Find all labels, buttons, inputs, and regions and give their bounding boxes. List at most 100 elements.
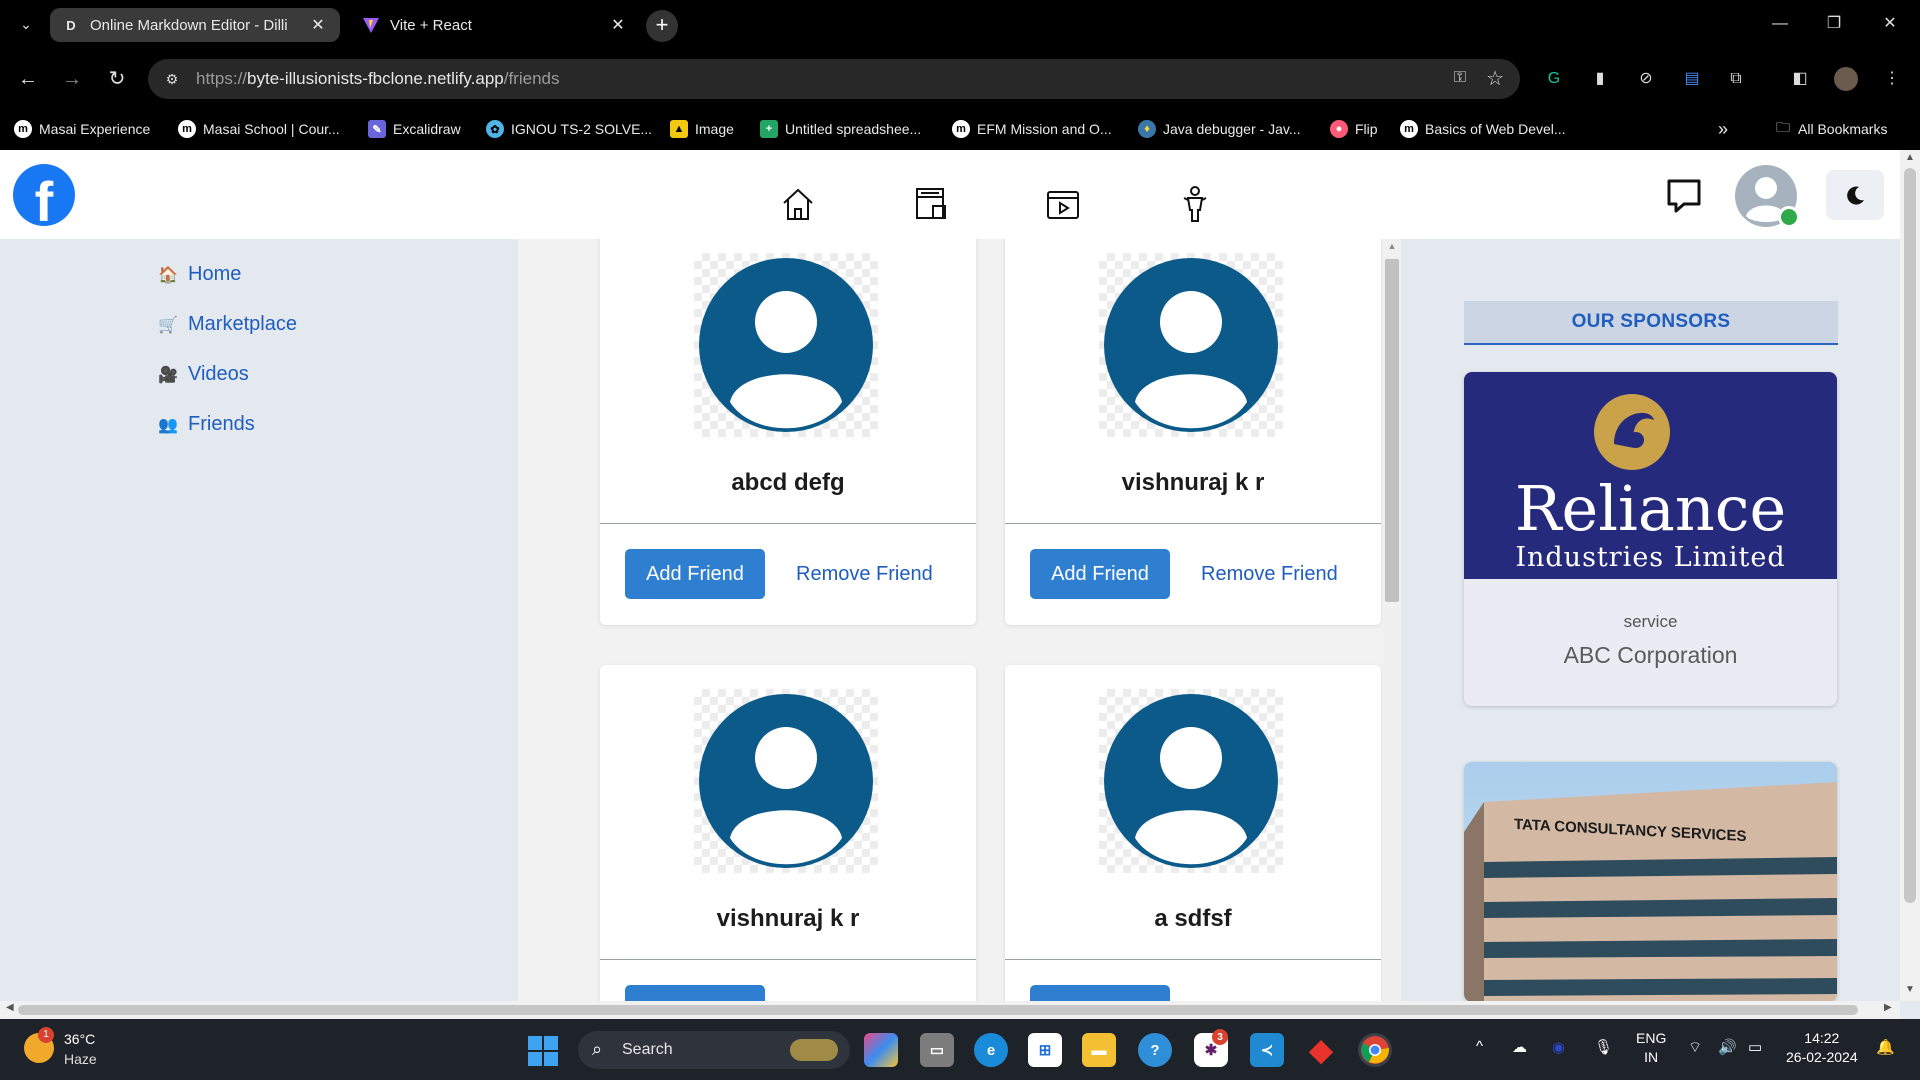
all-bookmarks-button[interactable]: 🗀 All Bookmarks [1776, 108, 1887, 150]
sidebar-item-videos[interactable]: 🎥 Videos [158, 363, 249, 386]
sidebar-item-marketplace[interactable]: 🛒 Marketplace [158, 313, 297, 336]
remove-friend-button[interactable]: Remove Friend [796, 985, 933, 1001]
bookmarks-overflow-button[interactable]: » [1718, 108, 1728, 150]
bookmark-item[interactable]: ♦ Java debugger - Jav... [1138, 108, 1300, 150]
clock[interactable]: 14:22 26-02-2024 [1786, 1029, 1858, 1067]
remove-friend-button[interactable]: Remove Friend [796, 549, 933, 599]
grammarly-icon[interactable]: G [1542, 67, 1566, 91]
scrollbar-thumb[interactable] [1904, 168, 1916, 903]
taskbar-search[interactable]: ⌕ Search [578, 1031, 850, 1069]
vpn-icon[interactable]: ◉ [1552, 1038, 1565, 1056]
url-text[interactable]: https://byte-illusionists-fbclone.netlif… [196, 59, 559, 99]
page-horizontal-scrollbar[interactable]: ◀ ▶ [0, 1001, 1900, 1019]
microphone-icon[interactable]: 🎙 [1594, 1038, 1613, 1056]
bookmark-star-icon[interactable]: ☆ [1486, 66, 1504, 91]
search-icon: ⌕ [592, 1039, 603, 1059]
sidebar-item-label: Marketplace [188, 313, 297, 335]
forward-icon[interactable]: → [58, 65, 86, 93]
facebook-logo-icon[interactable]: f [13, 164, 75, 226]
scroll-down-arrow-icon[interactable]: ▼ [1900, 984, 1920, 995]
wifi-icon[interactable]: ⌔ [1688, 1038, 1702, 1057]
git-icon[interactable]: ◆ [1304, 1033, 1338, 1067]
tab-search-chevron-icon[interactable]: ⌄ [14, 12, 38, 36]
language-indicator[interactable]: ENG IN [1636, 1029, 1666, 1067]
excalidraw-icon: ✎ [368, 120, 386, 138]
friends-scrollbar[interactable]: ▲ [1383, 239, 1401, 1001]
scroll-up-arrow-icon[interactable]: ▲ [1383, 241, 1401, 251]
tab-vite-react[interactable]: Vite + React ✕ [350, 8, 640, 42]
add-friend-button[interactable]: Add Friend [1030, 549, 1170, 599]
volume-icon[interactable]: 🔊 [1718, 1038, 1737, 1056]
bookmark-item[interactable]: m Masai School | Cour... [178, 108, 340, 150]
chrome-icon[interactable] [1358, 1033, 1392, 1067]
marketplace-nav-icon[interactable] [911, 184, 951, 224]
add-friend-button[interactable]: Add Friend [1030, 985, 1170, 1001]
new-tab-button[interactable]: + [646, 10, 678, 42]
videos-nav-icon[interactable] [1043, 184, 1083, 224]
friends-grid: abcd defg Add Friend Remove Friend vishn… [518, 239, 1385, 1001]
scroll-left-arrow-icon[interactable]: ◀ [6, 1002, 14, 1013]
tray-overflow-chevron-icon[interactable]: ^ [1476, 1038, 1483, 1055]
copilot-icon[interactable] [864, 1033, 898, 1067]
onedrive-icon[interactable]: ☁ [1512, 1038, 1527, 1056]
sponsor-card[interactable]: TATA CONSULTANCY SERVICES [1464, 762, 1837, 1002]
start-button[interactable] [528, 1036, 558, 1066]
add-friend-button[interactable]: Add Friend [625, 985, 765, 1001]
edge-icon[interactable]: e [974, 1033, 1008, 1067]
tab-close-icon[interactable]: ✕ [608, 15, 628, 35]
bookmark-item[interactable]: m Basics of Web Devel... [1400, 108, 1566, 150]
sidebar-item-friends[interactable]: 👥 Friends [158, 413, 255, 436]
remove-friend-button[interactable]: Remove Friend [1201, 549, 1338, 599]
sponsor-card[interactable]: Reliance Industries Limited service ABC … [1464, 372, 1837, 706]
home-nav-icon[interactable] [778, 184, 818, 224]
scroll-right-arrow-icon[interactable]: ▶ [1884, 1002, 1892, 1013]
add-friend-button[interactable]: Add Friend [625, 549, 765, 599]
scrollbar-thumb[interactable] [18, 1005, 1858, 1015]
bookmark-item[interactable]: + Untitled spreadshee... [760, 108, 921, 150]
close-window-icon[interactable]: ✕ [1870, 10, 1910, 38]
weather-temperature[interactable]: 36°C [64, 1031, 95, 1047]
scroll-up-arrow-icon[interactable]: ▲ [1900, 152, 1920, 163]
battery-icon[interactable]: ▭ [1748, 1038, 1762, 1056]
bookmark-item[interactable]: m Masai Experience [14, 108, 150, 150]
notifications-bell-icon[interactable]: 🔔 [1876, 1038, 1895, 1056]
bookmark-item[interactable]: ✎ Excalidraw [368, 108, 461, 150]
back-icon[interactable]: ← [14, 65, 42, 93]
restore-icon[interactable]: ❐ [1814, 10, 1854, 38]
reload-icon[interactable]: ↻ [103, 65, 131, 93]
docs-icon[interactable]: ▤ [1680, 67, 1704, 91]
bookmark-item[interactable]: ● Flip [1330, 108, 1378, 150]
reliance-title: Reliance [1514, 472, 1787, 545]
remove-friend-button[interactable]: Remove Friend [1201, 985, 1338, 1001]
more-menu-icon[interactable]: ⋮ [1880, 67, 1904, 91]
store-icon[interactable]: ⊞ [1028, 1033, 1062, 1067]
tab-markdown-editor[interactable]: D Online Markdown Editor - Dilli ✕ [50, 8, 340, 42]
dark-mode-toggle[interactable] [1826, 170, 1884, 220]
profile-avatar[interactable] [1734, 164, 1800, 228]
side-panel-icon[interactable]: ◧ [1788, 67, 1812, 91]
weather-description[interactable]: Haze [64, 1051, 97, 1067]
sidebar-item-home[interactable]: 🏠 Home [158, 263, 241, 286]
bookmark-item[interactable]: m EFM Mission and O... [952, 108, 1112, 150]
tab-close-icon[interactable]: ✕ [308, 15, 328, 35]
file-explorer-icon[interactable]: ▬ [1082, 1033, 1116, 1067]
help-icon[interactable]: ? [1138, 1033, 1172, 1067]
task-view-icon[interactable]: ▭ [920, 1033, 954, 1067]
address-bar[interactable]: ⚙ https://byte-illusionists-fbclone.netl… [148, 59, 1520, 99]
friends-nav-icon[interactable] [1175, 184, 1215, 224]
bookmark-item[interactable]: ✿ IGNOU TS-2 SOLVE... [486, 108, 652, 150]
friend-name: a sdfsf [1154, 905, 1232, 932]
minimize-icon[interactable]: — [1760, 10, 1800, 38]
vscode-icon[interactable]: ≺ [1250, 1033, 1284, 1067]
puzzle-extensions-icon[interactable]: ⧉ [1724, 67, 1748, 91]
extension-icon[interactable]: ▮ [1588, 67, 1612, 91]
scrollbar-thumb[interactable] [1385, 259, 1399, 602]
messenger-icon[interactable] [1664, 176, 1704, 216]
profile-avatar-icon[interactable] [1834, 67, 1858, 91]
page-vertical-scrollbar[interactable]: ▲ ▼ [1900, 150, 1920, 1001]
password-key-icon[interactable]: ⚿ [1454, 69, 1466, 87]
app-header: f [0, 150, 1900, 239]
site-settings-icon[interactable]: ⚙ [162, 69, 182, 89]
bookmark-item[interactable]: ▲ Image [670, 108, 734, 150]
compass-icon[interactable]: ⊘ [1634, 67, 1658, 91]
